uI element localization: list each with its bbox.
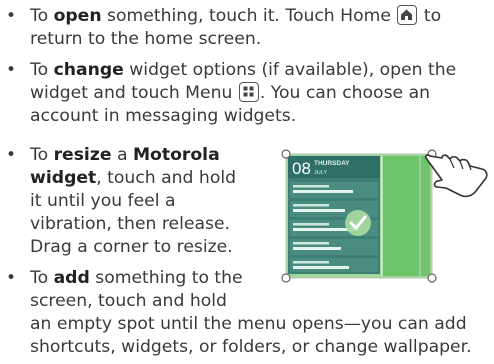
- bold-term: add: [53, 268, 90, 288]
- bullet-resize-line-3: it until you feel a: [30, 191, 176, 211]
- text-segment: , touch and hold: [96, 168, 237, 188]
- bold-term: Motorola: [132, 145, 220, 165]
- hand-pointer-icon: [425, 154, 488, 198]
- bold-term: change: [53, 60, 124, 80]
- home-icon: [397, 5, 418, 25]
- widget-day: THURSDAY: [314, 160, 350, 167]
- bullet-change-line-2: widget and touch Menu . You can choose a…: [30, 82, 430, 105]
- bullet-change-line-1: To change widget options (if available),…: [30, 59, 456, 82]
- text-segment: To: [30, 60, 54, 80]
- text-segment: widget and touch Menu: [30, 83, 238, 103]
- bullet-open-line-1: To open something, touch it. Touch Home …: [30, 5, 441, 28]
- bullet-marker: •: [6, 60, 17, 80]
- bullet-add-line-4: shortcuts, widgets, or folders, or chang…: [30, 337, 472, 357]
- text-segment: To: [30, 145, 54, 165]
- menu-icon: [238, 82, 259, 102]
- text-segment: To: [30, 268, 54, 288]
- bullet-marker: •: [6, 145, 17, 165]
- bold-term: widget: [30, 168, 97, 188]
- widget-illustration-svg: 08 THURSDAY JULY: [281, 149, 488, 283]
- bullet-resize-line-5: Drag a corner to resize.: [30, 237, 233, 257]
- widget-date: 08: [292, 159, 311, 178]
- bullet-marker: •: [6, 268, 17, 288]
- text-segment: . You can choose an: [259, 83, 430, 103]
- bullet-change-line-3: account in messaging widgets.: [30, 106, 297, 126]
- widget-month: JULY: [314, 170, 327, 176]
- text-segment: something to the: [89, 268, 243, 288]
- bold-term: resize: [53, 145, 112, 165]
- check-icon: [345, 210, 371, 236]
- bullet-add-line-2: screen, touch and hold: [30, 291, 227, 311]
- bullet-marker: •: [6, 6, 17, 26]
- bullet-add-line-1: To add something to the: [30, 267, 243, 290]
- text-segment: a: [111, 145, 133, 165]
- bold-term: open: [53, 6, 102, 26]
- resize-highlight: [382, 156, 430, 276]
- bullet-resize-line-2: widget, touch and hold: [30, 167, 236, 190]
- text-segment: widget options (if available), open the: [123, 60, 457, 80]
- bullet-open-line-2: return to the home screen.: [30, 29, 262, 49]
- text-segment: To: [30, 6, 54, 26]
- bullet-resize-line-4: vibration, then release.: [30, 214, 231, 234]
- text-segment: something, touch it. Touch Home: [101, 6, 397, 26]
- bullet-resize-line-1: To resize a Motorola: [30, 144, 220, 167]
- bullet-add-line-3: an empty spot until the menu opens—you c…: [30, 314, 467, 334]
- text-segment: to: [418, 6, 442, 26]
- widget-resize-illustration: 08 THURSDAY JULY: [281, 149, 488, 283]
